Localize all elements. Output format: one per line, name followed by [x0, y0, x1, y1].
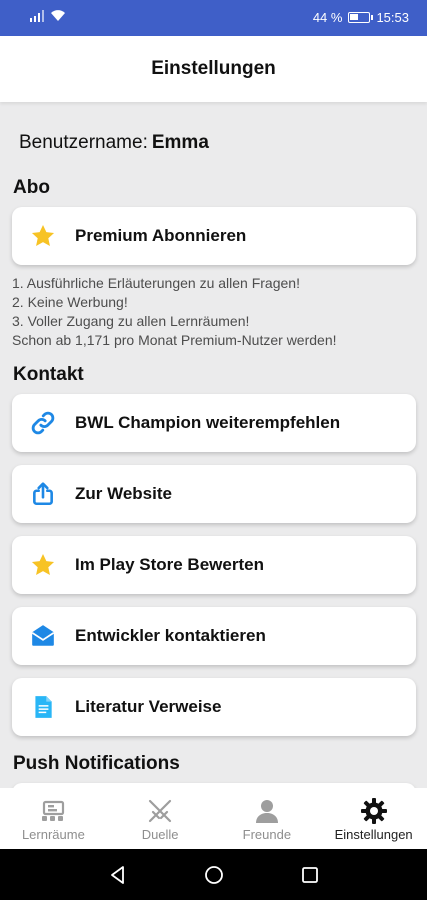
username-label: Benutzername:: [19, 132, 148, 153]
page-title: Einstellungen: [151, 58, 276, 79]
status-bar: 44 % 15:53: [0, 0, 427, 36]
tab-label: Freunde: [242, 827, 292, 842]
tab-label: Duelle: [141, 827, 179, 842]
mail-icon: [30, 623, 56, 649]
premium-benefits: 1. Ausführliche Erläuterungen zu allen F…: [12, 274, 416, 350]
wifi-icon: [51, 10, 65, 21]
settings-content[interactable]: Benutzername: Emma Abo Premium Abonnieren…: [0, 102, 427, 788]
literature-references-button[interactable]: Literatur Verweise: [12, 678, 416, 736]
section-title-push-notifications: Push Notifications: [13, 753, 180, 774]
website-label: Zur Website: [75, 484, 172, 503]
crossed-swords-icon: [146, 798, 174, 824]
signal-icon: [30, 10, 44, 22]
recommend-app-button[interactable]: BWL Champion weiterempfehlen: [12, 394, 416, 452]
benefit-line: Schon ab 1,171 pro Monat Premium-Nutzer …: [12, 332, 337, 348]
premium-subscribe-button[interactable]: Premium Abonnieren: [12, 207, 416, 265]
username-row: Benutzername: Emma: [19, 132, 209, 154]
contact-developer-button[interactable]: Entwickler kontaktieren: [12, 607, 416, 665]
recent-apps-icon[interactable]: [301, 866, 319, 884]
username-value: Emma: [151, 132, 209, 153]
document-icon: [30, 694, 56, 720]
bottom-tab-bar: Lernräume Duelle Freunde Einstellungen: [0, 788, 427, 849]
website-button[interactable]: Zur Website: [12, 465, 416, 523]
rate-play-store-label: Im Play Store Bewerten: [75, 555, 264, 574]
share-icon: [30, 481, 56, 507]
tab-duelle[interactable]: Duelle: [107, 788, 214, 849]
literature-references-label: Literatur Verweise: [75, 697, 222, 716]
benefit-line: 3. Voller Zugang zu allen Lernräumen!: [12, 313, 250, 329]
classroom-icon: [39, 798, 67, 824]
system-navigation-bar: [0, 849, 427, 900]
section-title-abo: Abo: [13, 177, 50, 198]
recommend-app-label: BWL Champion weiterempfehlen: [75, 413, 341, 432]
back-icon[interactable]: [108, 865, 128, 885]
contact-developer-label: Entwickler kontaktieren: [75, 626, 266, 645]
link-icon: [30, 410, 56, 436]
battery-percent: 44 %: [312, 10, 343, 25]
person-icon: [253, 798, 281, 824]
tab-label: Lernräume: [21, 827, 85, 842]
benefit-line: 2. Keine Werbung!: [12, 294, 128, 310]
benefit-line: 1. Ausführliche Erläuterungen zu allen F…: [12, 275, 300, 291]
clock: 15:53: [376, 10, 409, 25]
section-title-kontakt: Kontakt: [13, 364, 84, 385]
tab-label: Einstellungen: [334, 827, 413, 842]
star-icon: [30, 552, 56, 578]
premium-subscribe-label: Premium Abonnieren: [75, 226, 247, 245]
gear-icon: [360, 798, 388, 824]
tab-lernraeume[interactable]: Lernräume: [0, 788, 107, 849]
rate-play-store-button[interactable]: Im Play Store Bewerten: [12, 536, 416, 594]
battery-icon: [348, 12, 374, 23]
app-bar: Einstellungen: [0, 36, 427, 102]
star-icon: [30, 223, 56, 249]
tab-einstellungen[interactable]: Einstellungen: [320, 788, 427, 849]
tab-freunde[interactable]: Freunde: [214, 788, 321, 849]
home-icon[interactable]: [204, 865, 224, 885]
